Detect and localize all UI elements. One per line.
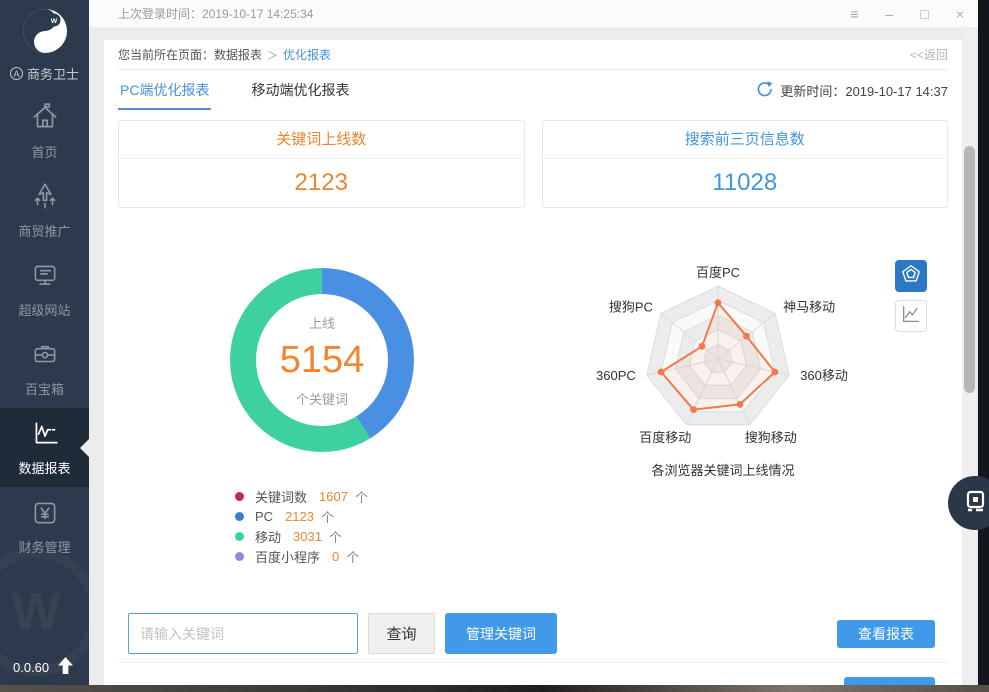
stat-value: 11028 — [543, 159, 948, 207]
svg-text:360PC: 360PC — [596, 368, 636, 383]
version-label: 0.0.60 — [13, 660, 49, 675]
title-bar: 上次登录时间：2019-10-17 14:25:34 ≡ – □ × — [89, 0, 978, 28]
charts-section: 上线 5154 个关键词 关键词数 1607 个 — [118, 208, 948, 564]
finance-icon — [30, 497, 60, 530]
maximize-icon[interactable]: □ — [920, 7, 928, 21]
radar-chart: 百度PC 神马移动 360移动搜狗移动 百度移动 360PC 搜狗PC — [563, 262, 883, 474]
radar-chart-toggle-button[interactable] — [895, 260, 927, 292]
brand-name: A 商务卫士 — [10, 64, 79, 83]
view-report-button[interactable]: 查看报表 — [837, 620, 935, 648]
minimize-icon[interactable]: – — [886, 7, 894, 21]
app-window: w A 商务卫士 首页 — [0, 0, 978, 685]
report-panel: 您当前所在页面： 数据报表 ＞ 优化报表 <<返回 PC端优化报表 移动端优化报… — [104, 40, 962, 685]
sidebar-item-data-reports[interactable]: 数据报表 — [0, 408, 89, 487]
keyword-input[interactable] — [128, 613, 358, 654]
promotion-icon — [30, 181, 60, 214]
brand-block: w A 商务卫士 — [0, 0, 89, 92]
chart-type-toolbar — [895, 260, 927, 332]
back-link[interactable]: <<返回 — [910, 46, 948, 63]
content-area: 您当前所在页面： 数据报表 ＞ 优化报表 <<返回 PC端优化报表 移动端优化报… — [89, 28, 978, 685]
stat-card-keywords-online: 关键词上线数 2123 — [118, 120, 525, 208]
desktop-edge — [978, 0, 989, 692]
legend-item-baidu-miniapp: 百度小程序 0 个 — [235, 546, 368, 566]
query-button[interactable]: 查询 — [368, 613, 435, 654]
update-arrow-icon[interactable] — [58, 657, 73, 677]
svg-text:百度PC: 百度PC — [696, 265, 740, 280]
svg-text:w: w — [49, 16, 57, 25]
main-area: 上次登录时间：2019-10-17 14:25:34 ≡ – □ × 您当前所在… — [89, 0, 978, 685]
sidebar-item-promotion[interactable]: 商贸推广 — [0, 171, 89, 250]
legend-item-keywords: 关键词数 1607 个 — [235, 486, 368, 506]
svg-text:360移动: 360移动 — [800, 368, 848, 383]
svg-text:百度移动: 百度移动 — [639, 430, 691, 445]
update-time-label: 更新时间：2019-10-17 14:37 — [780, 81, 948, 100]
sidebar-item-website[interactable]: 超级网站 — [0, 250, 89, 329]
breadcrumb-current[interactable]: 优化报表 — [283, 46, 331, 63]
svg-text:神马移动: 神马移动 — [783, 300, 835, 315]
stat-value: 2123 — [119, 159, 524, 207]
stat-card-top3-info: 搜索前三页信息数 11028 — [542, 120, 949, 208]
donut-center-value: 5154 — [280, 339, 365, 382]
menu-icon[interactable]: ≡ — [850, 7, 858, 21]
line-chart-toggle-button[interactable] — [895, 300, 927, 332]
tab-mobile-report[interactable]: 移动端优化报表 — [249, 70, 351, 110]
stat-title: 关键词上线数 — [119, 121, 524, 159]
breadcrumb-section: 数据报表 — [214, 46, 262, 63]
brand-shield-icon: A — [10, 67, 23, 80]
sidebar: w A 商务卫士 首页 — [0, 0, 89, 685]
last-login-label: 上次登录时间：2019-10-17 14:25:34 — [118, 5, 313, 22]
app-logo-icon: w — [21, 7, 69, 60]
manage-keywords-button[interactable]: 管理关键词 — [445, 613, 557, 654]
legend-dot — [235, 532, 244, 541]
report-icon — [30, 418, 60, 451]
next-section-partial — [118, 662, 948, 685]
sidebar-item-home[interactable]: 首页 — [0, 92, 89, 171]
breadcrumb-prefix: 您当前所在页面： — [118, 46, 214, 63]
sidebar-item-toolbox[interactable]: 百宝箱 — [0, 329, 89, 408]
line-chart-icon — [900, 303, 922, 330]
donut-center-bottom: 个关键词 — [296, 389, 348, 408]
donut-center-top: 上线 — [309, 313, 335, 332]
vertical-scrollbar[interactable] — [963, 28, 976, 685]
qr-code-icon — [962, 488, 988, 519]
donut-legend: 关键词数 1607 个 PC 2123 个 — [235, 486, 368, 566]
website-icon — [30, 260, 60, 293]
donut-chart: 上线 5154 个关键词 — [230, 268, 414, 452]
breadcrumb: 您当前所在页面： 数据报表 ＞ 优化报表 <<返回 — [118, 40, 948, 70]
radar-pentagon-icon — [900, 263, 922, 290]
partial-blue-button[interactable] — [844, 677, 935, 685]
radar-caption: 各浏览器关键词上线情况 — [563, 460, 883, 479]
legend-item-mobile: 移动 3031 个 — [235, 526, 368, 546]
tab-pc-report[interactable]: PC端优化报表 — [118, 70, 211, 110]
legend-dot — [235, 552, 244, 561]
svg-text:搜狗移动: 搜狗移动 — [745, 430, 797, 445]
legend-dot — [235, 492, 244, 501]
breadcrumb-separator: ＞ — [267, 47, 278, 63]
desktop-bottom-edge — [0, 685, 989, 692]
home-icon — [30, 102, 60, 135]
keyword-search-bar: 查询 管理关键词 查看报表 — [118, 613, 948, 654]
tabs-bar: PC端优化报表 移动端优化报表 更新时间：2019-10-17 14:37 — [118, 70, 948, 110]
svg-text:搜狗PC: 搜狗PC — [609, 300, 653, 315]
toolbox-icon — [30, 339, 60, 372]
close-icon[interactable]: × — [956, 7, 964, 21]
screen: w A 商务卫士 首页 — [0, 0, 989, 692]
legend-dot — [235, 512, 244, 521]
stat-title: 搜索前三页信息数 — [543, 121, 948, 159]
refresh-icon[interactable] — [755, 80, 773, 101]
scrollbar-thumb[interactable] — [964, 146, 975, 393]
legend-item-pc: PC 2123 个 — [235, 506, 368, 526]
stat-cards: 关键词上线数 2123 搜索前三页信息数 11028 — [118, 120, 948, 208]
